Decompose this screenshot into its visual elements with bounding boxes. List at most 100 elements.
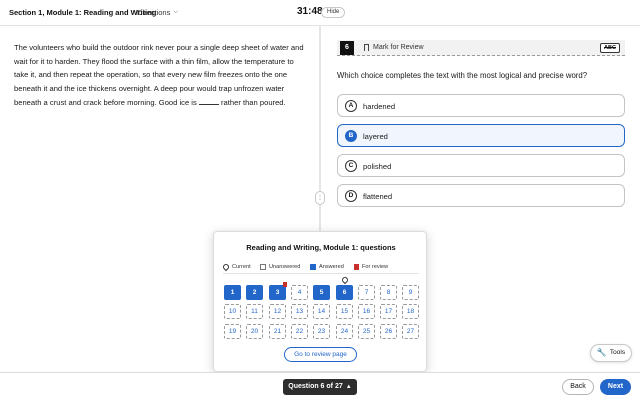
question-navigator-toggle[interactable]: Question 6 of 27 ▲ — [283, 379, 357, 395]
tools-label: Tools — [609, 349, 626, 356]
question-grid-item[interactable]: 17 — [380, 304, 397, 319]
question-grid-item[interactable]: 27 — [402, 324, 419, 339]
chevron-up-icon: ▲ — [345, 384, 352, 390]
legend-for-review: For review — [354, 264, 388, 270]
mark-for-review-label: Mark for Review — [373, 44, 424, 51]
bottom-footer: Question 6 of 27 ▲ Back Next — [0, 372, 640, 400]
question-grid-number: 25 — [362, 328, 371, 335]
question-grid-number: 16 — [362, 308, 371, 315]
question-grid-number: 4 — [297, 289, 302, 296]
question-grid-number: 15 — [340, 308, 349, 315]
review-flag-icon — [354, 264, 359, 270]
choice-text: hardened — [363, 102, 396, 111]
choice-letter: D — [345, 190, 357, 202]
question-grid-item[interactable]: 11 — [246, 304, 263, 319]
question-grid-number: 26 — [384, 328, 393, 335]
question-grid-item[interactable]: 1 — [224, 285, 241, 300]
question-grid-item[interactable]: 24 — [336, 324, 353, 339]
question-grid-item[interactable]: 6 — [336, 275, 353, 300]
location-pin-icon — [340, 275, 350, 285]
question-grid-number: 27 — [406, 328, 415, 335]
test-app: Section 1, Module 1: Reading and Writing… — [0, 0, 640, 400]
tools-button[interactable]: 🔧 Tools — [590, 344, 632, 362]
question-grid-number: 24 — [340, 328, 349, 335]
answer-choice-c[interactable]: C polished — [337, 154, 625, 177]
back-button[interactable]: Back — [562, 379, 594, 395]
question-grid-item[interactable]: 3 — [269, 282, 287, 300]
passage-text: The volunteers who build the outdoor rin… — [14, 41, 306, 110]
legend-answered-label: Answered — [319, 264, 344, 270]
question-header-bar: 6 Mark for Review ABC — [337, 40, 625, 56]
question-grid-item[interactable]: 4 — [291, 285, 308, 300]
next-button[interactable]: Next — [600, 379, 631, 395]
question-grid-number: 21 — [273, 328, 282, 335]
question-grid-number: 22 — [295, 328, 304, 335]
review-flag-icon — [283, 282, 287, 287]
question-grid-item[interactable]: 16 — [358, 304, 375, 319]
question-grid-number: 7 — [364, 289, 369, 296]
question-indicator-label: Question 6 of 27 — [288, 383, 343, 390]
answer-choice-a[interactable]: A hardened — [337, 94, 625, 117]
question-grid-item[interactable]: 9 — [402, 285, 419, 300]
passage-after-blank: rather than poured. — [221, 97, 286, 107]
question-grid-number: 2 — [252, 289, 257, 296]
mark-for-review-button[interactable]: Mark for Review — [364, 44, 424, 51]
question-grid-number: 10 — [228, 308, 237, 315]
answered-swatch — [310, 264, 316, 270]
question-grid-item[interactable]: 8 — [380, 285, 397, 300]
choice-text: polished — [363, 162, 392, 171]
hide-timer-button[interactable]: Hide — [321, 7, 346, 18]
directions-button[interactable]: Directions ⌵ — [137, 8, 178, 17]
question-grid-item[interactable]: 20 — [246, 324, 263, 339]
question-grid-number: 19 — [228, 328, 237, 335]
question-grid-item[interactable]: 26 — [380, 324, 397, 339]
choice-letter: B — [345, 130, 357, 142]
pane-resize-handle[interactable]: ⋮ — [315, 191, 325, 205]
wrench-icon: 🔧 — [596, 348, 607, 357]
question-grid-item[interactable]: 18 — [402, 304, 419, 319]
question-grid-item[interactable]: 5 — [313, 285, 330, 300]
legend-answered: Answered — [310, 264, 344, 270]
legend-current-label: Current — [232, 264, 251, 270]
choice-text: layered — [363, 132, 388, 141]
question-grid-item[interactable]: 25 — [358, 324, 375, 339]
question-prompt: Which choice completes the text with the… — [337, 71, 588, 80]
choice-letter: C — [345, 160, 357, 172]
question-grid-item[interactable]: 2 — [246, 285, 263, 300]
unanswered-swatch — [260, 264, 266, 270]
question-grid-number: 14 — [317, 308, 326, 315]
answer-choice-d[interactable]: D flattened — [337, 184, 625, 207]
question-grid-item[interactable]: 19 — [224, 324, 241, 339]
timer: 31:48 — [297, 6, 323, 17]
question-navigator-popup: Reading and Writing, Module 1: questions… — [213, 231, 427, 372]
question-grid-number: 9 — [408, 289, 413, 296]
question-grid-number: 8 — [386, 289, 391, 296]
question-grid-number: 6 — [342, 289, 347, 296]
question-grid-number: 3 — [275, 289, 280, 296]
question-grid-item[interactable]: 14 — [313, 304, 330, 319]
chevron-down-icon: ⌵ — [173, 9, 178, 15]
question-grid-item[interactable]: 10 — [224, 304, 241, 319]
answer-eliminator-button[interactable]: ABC — [600, 43, 620, 53]
top-header: Section 1, Module 1: Reading and Writing… — [0, 0, 640, 26]
question-grid-number: 11 — [251, 308, 258, 315]
legend-review-label: For review — [362, 264, 389, 270]
question-grid-item[interactable]: 21 — [269, 324, 286, 339]
legend-unanswered: Unanswered — [260, 264, 300, 270]
choice-text: flattened — [363, 192, 393, 201]
question-grid-item[interactable]: 7 — [358, 285, 375, 300]
question-grid-item[interactable]: 22 — [291, 324, 308, 339]
question-grid-number: 18 — [406, 308, 415, 315]
directions-label: Directions — [137, 8, 171, 17]
go-to-review-page-button[interactable]: Go to review page — [284, 347, 357, 362]
navigator-title: Reading and Writing, Module 1: questions — [246, 243, 396, 252]
question-grid-item[interactable]: 15 — [336, 304, 353, 319]
answer-choice-b[interactable]: B layered — [337, 124, 625, 147]
question-grid-item[interactable]: 23 — [313, 324, 330, 339]
question-grid-number: 23 — [317, 328, 326, 335]
question-grid-item[interactable]: 13 — [291, 304, 308, 319]
legend-unanswered-label: Unanswered — [269, 264, 301, 270]
question-grid-item[interactable]: 12 — [269, 304, 286, 319]
bookmark-icon — [364, 44, 369, 51]
question-grid-number: 13 — [295, 308, 304, 315]
